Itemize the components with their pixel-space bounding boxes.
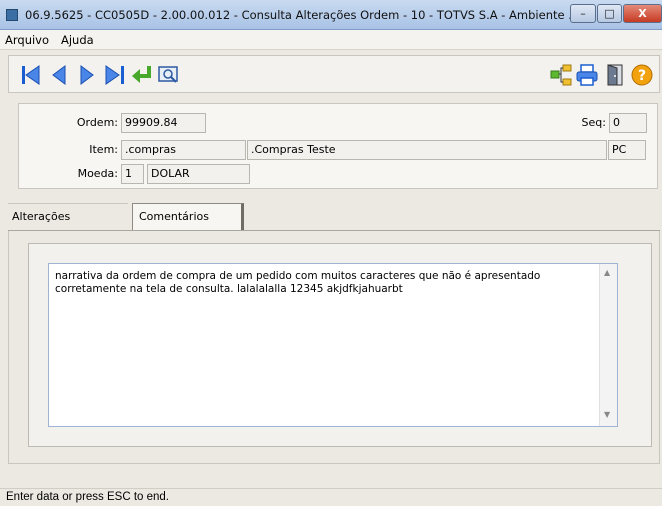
- comment-scrollbar[interactable]: ▲ ▼: [599, 264, 617, 426]
- minimize-button[interactable]: –: [570, 4, 596, 23]
- print-icon[interactable]: [575, 63, 599, 87]
- tab-alteracoes[interactable]: Alterações: [8, 203, 128, 231]
- title-bar: 06.9.5625 - CC0505D - 2.00.00.012 - Cons…: [0, 0, 662, 30]
- item-description-field[interactable]: .Compras Teste: [247, 140, 607, 160]
- scroll-down-icon[interactable]: ▼: [604, 410, 610, 419]
- window-title: 06.9.5625 - CC0505D - 2.00.00.012 - Cons…: [25, 8, 580, 22]
- scroll-up-icon[interactable]: ▲: [604, 268, 610, 277]
- help-icon[interactable]: ?: [630, 63, 654, 87]
- status-bar: Enter data or press ESC to end.: [0, 488, 662, 506]
- last-record-icon[interactable]: [103, 63, 127, 87]
- comment-text: narrativa da ordem de compra de um pedid…: [55, 270, 541, 295]
- comment-textarea[interactable]: narrativa da ordem de compra de um pedid…: [48, 263, 618, 427]
- search-icon[interactable]: [157, 63, 181, 87]
- svg-text:?: ?: [638, 68, 646, 84]
- menu-bar: Arquivo Ajuda: [0, 30, 662, 50]
- ordem-label: Ordem:: [76, 116, 118, 129]
- ordem-field[interactable]: 99909.84: [121, 113, 206, 133]
- seq-label: Seq:: [581, 116, 606, 129]
- item-code-field[interactable]: .compras: [121, 140, 246, 160]
- tab-comentarios[interactable]: Comentários: [132, 203, 244, 231]
- return-icon[interactable]: [129, 63, 153, 87]
- maximize-button[interactable]: □: [597, 4, 622, 23]
- item-label: Item:: [89, 143, 118, 156]
- previous-record-icon[interactable]: [47, 63, 71, 87]
- moeda-name-field[interactable]: DOLAR: [147, 164, 250, 184]
- moeda-code-field[interactable]: 1: [121, 164, 144, 184]
- close-button[interactable]: X: [623, 4, 662, 23]
- item-unit-field[interactable]: PC: [608, 140, 646, 160]
- app-icon: [6, 9, 18, 21]
- exit-door-icon[interactable]: [603, 63, 627, 87]
- next-record-icon[interactable]: [75, 63, 99, 87]
- toolbar: ?: [8, 55, 660, 93]
- menu-ajuda[interactable]: Ajuda: [61, 33, 94, 47]
- tree-icon[interactable]: [549, 63, 573, 87]
- moeda-label: Moeda:: [77, 167, 118, 180]
- first-record-icon[interactable]: [19, 63, 43, 87]
- menu-arquivo[interactable]: Arquivo: [5, 33, 49, 47]
- seq-field[interactable]: 0: [609, 113, 647, 133]
